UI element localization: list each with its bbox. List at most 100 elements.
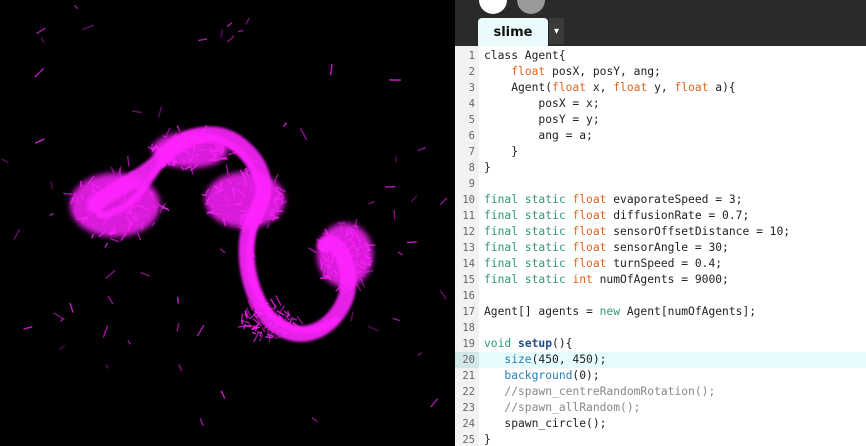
code-line[interactable]: 4 posX = x; (455, 96, 866, 112)
line-number: 19 (462, 338, 475, 350)
code-token: } (484, 433, 491, 446)
code-token: final static (484, 257, 573, 270)
code-line[interactable]: 5 posY = y; (455, 112, 866, 128)
tab-menu-dropdown-icon[interactable]: ▾ (548, 18, 564, 44)
code-line[interactable]: 19 void setup(){ (455, 336, 866, 352)
code-token: ang = a; (484, 129, 593, 142)
code-token: } (484, 161, 491, 174)
toolbar (455, 0, 866, 14)
code-token: numOfAgents = 9000; (592, 273, 729, 286)
line-number: 2 (468, 66, 475, 78)
line-number: 25 (462, 434, 475, 446)
line-number: 13 (462, 242, 475, 254)
line-number: 24 (462, 418, 475, 430)
code-line[interactable]: 6 ang = a; (455, 128, 866, 144)
code-token: (){ (552, 337, 573, 350)
code-token: turnSpeed = 0.4; (606, 257, 723, 270)
code-line[interactable]: 25} (455, 432, 866, 446)
line-number: 20 (455, 352, 479, 368)
code-text: Agent[] agents = new Agent[numOfAgents]; (484, 304, 756, 320)
code-line[interactable]: 23 //spawn_allRandom(); (455, 400, 866, 416)
line-number: 15 (462, 274, 475, 286)
code-token: final static (484, 225, 573, 238)
code-line[interactable]: 3 Agent(float x, float y, float a){ (455, 80, 866, 96)
code-text: final static float turnSpeed = 0.4; (484, 256, 722, 272)
line-number: 17 (462, 306, 475, 318)
code-line[interactable]: 8} (455, 160, 866, 176)
code-line[interactable]: 15 final static int numOfAgents = 9000; (455, 272, 866, 288)
code-line[interactable]: 14 final static float turnSpeed = 0.4; (455, 256, 866, 272)
code-token: posX = x; (484, 97, 600, 110)
line-number: 21 (462, 370, 475, 382)
code-token: float (511, 65, 546, 78)
code-line[interactable]: 13 final static float sensorAngle = 30; (455, 240, 866, 256)
line-number: 23 (462, 402, 475, 414)
code-token: Agent( (484, 81, 553, 94)
code-token: final static (484, 241, 573, 254)
tab-slime[interactable]: slime (478, 18, 548, 46)
code-token: Agent[] agents = (484, 305, 600, 318)
line-number: 1 (468, 50, 475, 62)
code-text: posY = y; (484, 112, 600, 128)
code-token: background (504, 369, 573, 382)
run-button[interactable] (479, 0, 507, 14)
code-token: size (504, 353, 532, 366)
code-line[interactable]: 1 class Agent{ (455, 48, 866, 64)
stop-button[interactable] (517, 0, 545, 14)
line-number: 10 (462, 194, 475, 206)
code-token: sensorAngle = 30; (606, 241, 729, 254)
code-line[interactable]: 10 final static float evaporateSpeed = 3; (455, 192, 866, 208)
code-text: ang = a; (484, 128, 593, 144)
code-token: //spawn_allRandom(); (504, 401, 641, 414)
code-token: final static (484, 273, 573, 286)
code-editor[interactable]: 1 class Agent{ 2 float posX, posY, ang; 3 A… (455, 46, 866, 446)
code-line[interactable]: 9 (455, 176, 866, 192)
code-token: int (572, 273, 593, 286)
code-line[interactable]: 24 spawn_circle(); (455, 416, 866, 432)
code-token: Agent[numOfAgents]; (620, 305, 757, 318)
code-line[interactable]: 21 background(0); (455, 368, 866, 384)
code-token: //spawn_centreRandomRotation(); (504, 385, 716, 398)
code-line[interactable]: 16 (455, 288, 866, 304)
code-token: float (572, 209, 607, 222)
code-token: (0); (572, 369, 600, 382)
code-text: } (484, 432, 491, 446)
code-line[interactable]: 18 (455, 320, 866, 336)
line-number: 11 (462, 210, 475, 222)
code-token: class Agent{ (484, 49, 566, 62)
code-line[interactable]: 2 float posX, posY, ang; (455, 64, 866, 80)
code-line[interactable]: 12 final static float sensorOffsetDistanc… (455, 224, 866, 240)
code-line[interactable]: 11 final static float diffusionRate = 0.7… (455, 208, 866, 224)
code-text: posX = x; (484, 96, 600, 112)
code-text: float posX, posY, ang; (484, 64, 661, 80)
code-line[interactable]: 22 //spawn_centreRandomRotation(); (455, 384, 866, 400)
code-token: void (484, 337, 519, 350)
code-line[interactable]: 7 } (455, 144, 866, 160)
code-editor-panel: slime ▾ 1 class Agent{ 2 float posX, posY,… (455, 0, 866, 446)
code-line[interactable]: 17 Agent[] agents = new Agent[numOfAgents… (455, 304, 866, 320)
code-token: setup (518, 337, 553, 350)
code-text: spawn_circle(); (484, 416, 606, 432)
line-number: 7 (468, 146, 475, 158)
code-token: y, (647, 81, 675, 94)
code-token: float (552, 81, 587, 94)
line-number: 14 (462, 258, 475, 270)
code-token: sensorOffsetDistance = 10; (606, 225, 791, 238)
sketch-canvas[interactable] (0, 0, 455, 446)
code-token: x, (586, 81, 614, 94)
code-token: posY = y; (484, 113, 600, 126)
code-text: void setup(){ (484, 336, 572, 352)
code-token: } (484, 145, 519, 158)
code-text: final static float sensorAngle = 30; (484, 240, 729, 256)
code-text: //spawn_centreRandomRotation(); (484, 384, 715, 400)
line-number: 5 (468, 114, 475, 126)
code-line[interactable]: 20 size(450, 450); (455, 352, 866, 368)
line-number: 4 (468, 98, 475, 110)
code-text: final static int numOfAgents = 9000; (484, 272, 729, 288)
slime-simulation-render (1, 4, 448, 426)
code-token: (450, 450); (531, 353, 607, 366)
